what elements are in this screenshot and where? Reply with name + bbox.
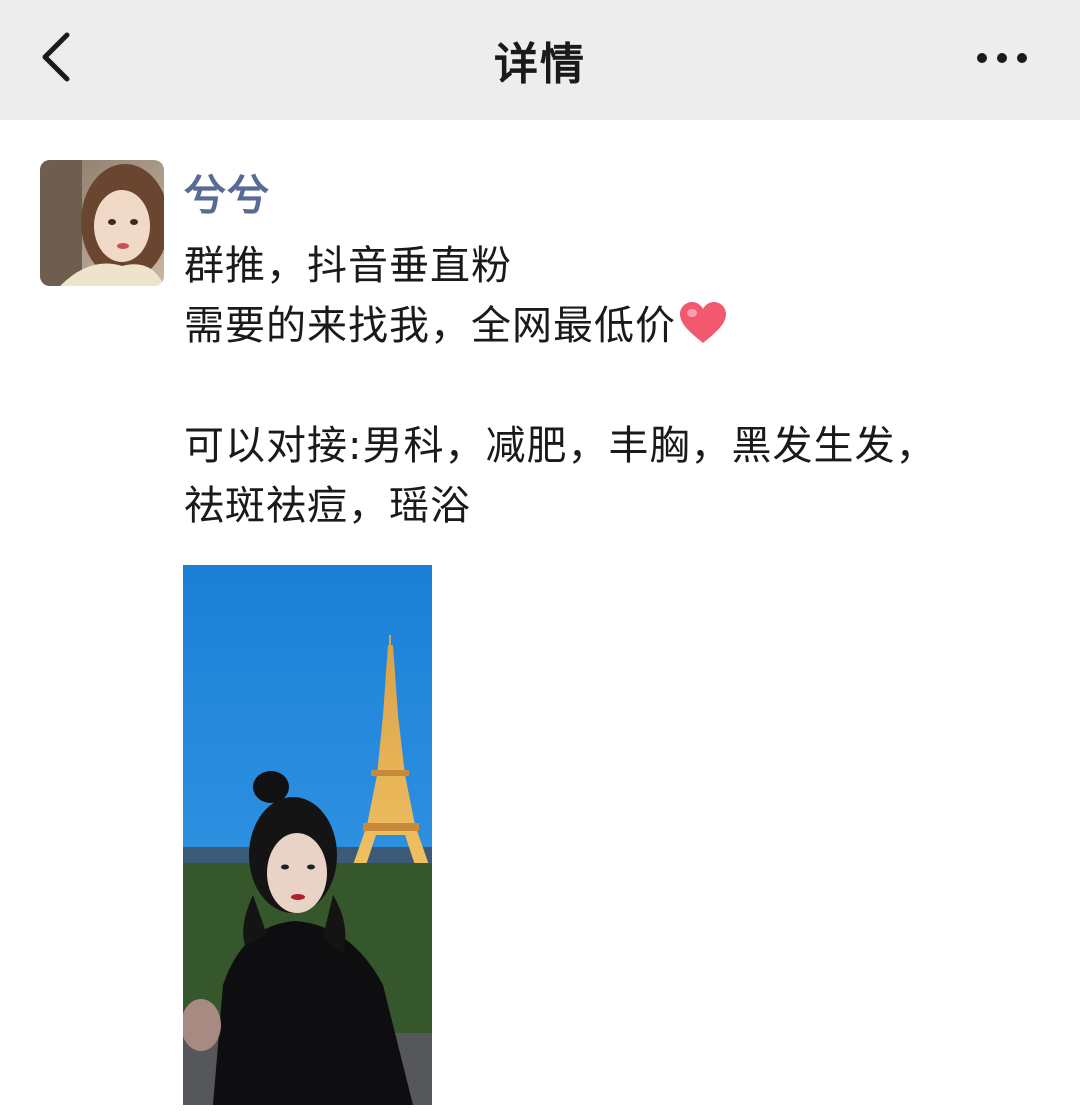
post-line: 可以对接:男科，减肥，丰胸，黑发生发， [184, 423, 937, 469]
page-title: 详情 [494, 39, 586, 90]
post-line: 群推，抖音垂直粉 [184, 243, 512, 289]
ellipsis-icon [977, 53, 1027, 63]
author-name[interactable]: 兮兮 [184, 162, 270, 223]
top-navigation-bar: 详情 [0, 0, 1080, 120]
post-image[interactable] [183, 565, 432, 1105]
heart-emoji-icon [680, 302, 726, 343]
post-line [184, 356, 1044, 416]
more-options-button[interactable] [962, 30, 1042, 86]
post-content: 群推，抖音垂直粉 需要的来找我，全网最低价 可以对接:男科，减肥，丰胸，黑发生发… [184, 236, 1044, 536]
avatar[interactable] [40, 160, 164, 286]
post-line: 祛斑祛痘，瑶浴 [184, 483, 471, 529]
photo-eiffel-tower [183, 565, 432, 1105]
post-line-with-emoji: 需要的来找我，全网最低价 [184, 296, 1044, 356]
avatar-photo [40, 160, 164, 286]
post-line: 需要的来找我，全网最低价 [184, 303, 676, 349]
